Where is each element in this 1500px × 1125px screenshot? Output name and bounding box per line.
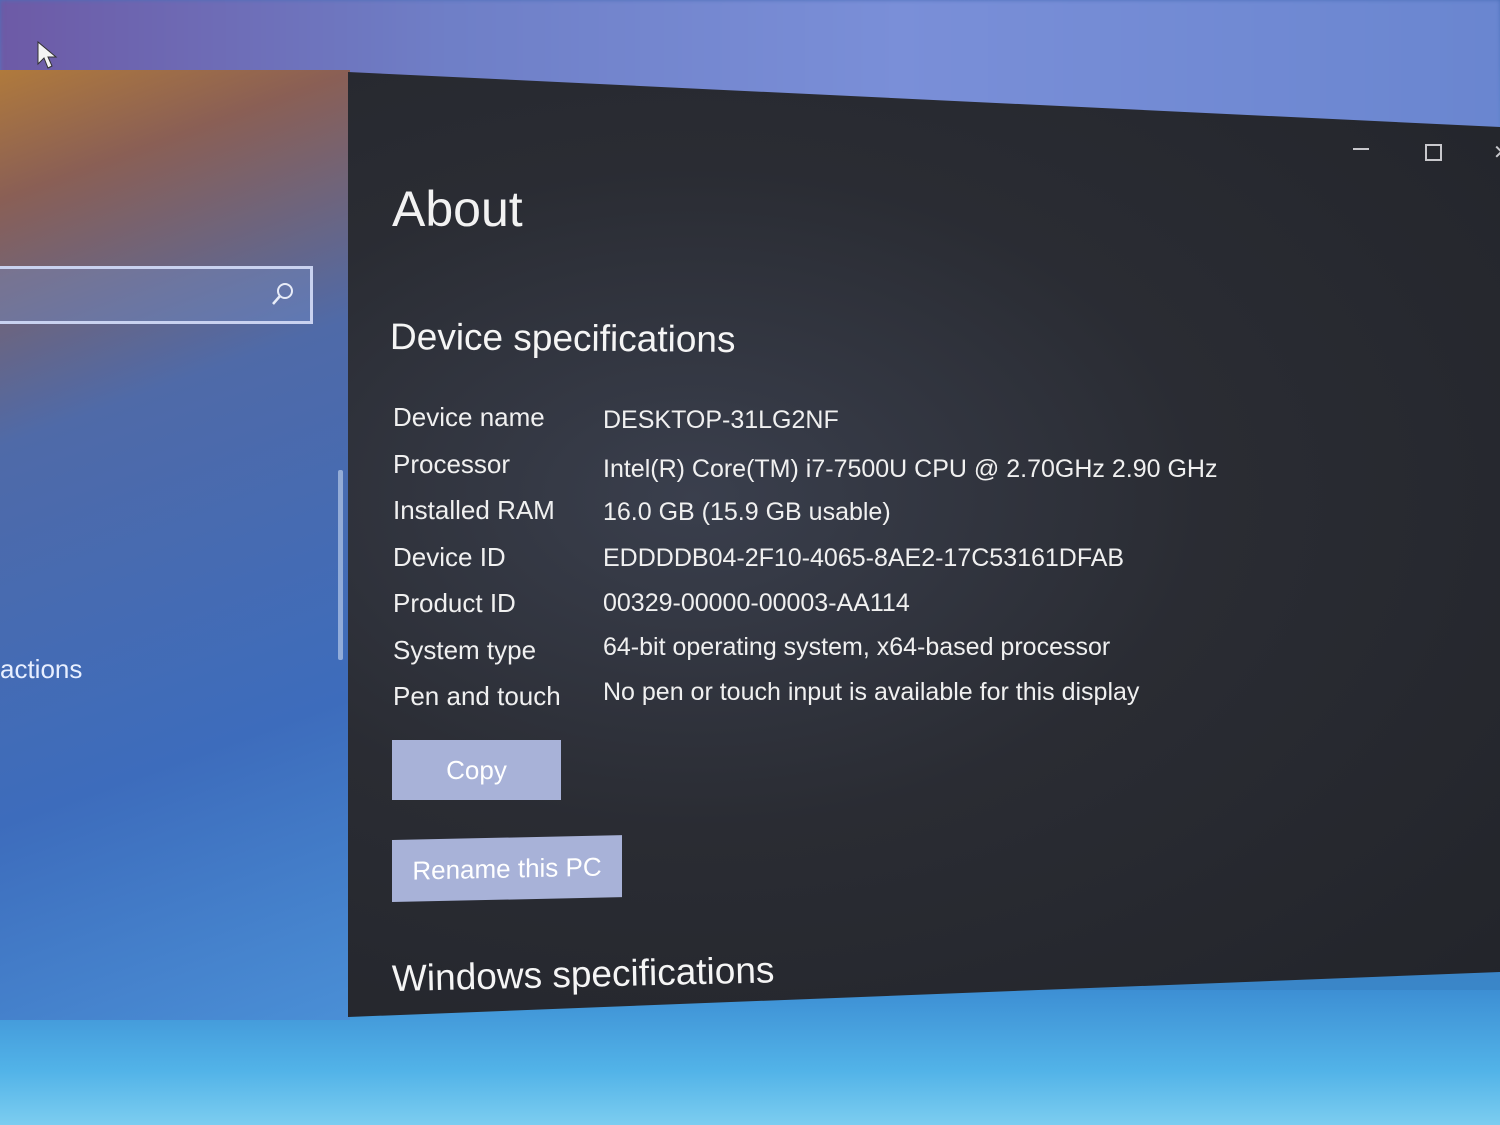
spec-label-processor: Processor [393,449,511,479]
window-controls: ✕ [1345,140,1500,170]
spec-label-system-type: System type [393,635,537,665]
spec-value-pen-and-touch: No pen or touch input is available for t… [603,678,1140,706]
spec-label-device-name: Device name [393,402,545,432]
spec-label-installed-ram: Installed RAM [393,495,555,525]
minimize-icon[interactable] [1353,148,1369,150]
search-icon[interactable] [270,281,296,307]
spec-label-pen-and-touch: Pen and touch [393,681,561,711]
spec-value-product-id: 00329-00000-00003-AA114 [603,589,910,617]
close-icon[interactable]: ✕ [1493,140,1500,165]
copy-button[interactable]: Copy [392,740,561,800]
settings-sidebar: actions [0,70,350,1020]
rename-pc-button[interactable]: Rename this PC [392,835,622,902]
device-specifications-heading: Device specifications [389,316,736,361]
spec-value-installed-ram: 16.0 GB (15.9 GB usable) [603,498,891,526]
search-input[interactable] [0,266,313,324]
page-title: About [392,181,523,237]
maximize-icon[interactable] [1425,144,1442,161]
spec-value-device-name: DESKTOP-31LG2NF [603,406,839,434]
sidebar-scrollbar[interactable] [338,470,343,660]
mouse-cursor-icon [37,40,58,69]
screen: actions ✕ About Device specifications De… [0,0,1500,1125]
windows-specifications-heading: Windows specifications [391,949,775,999]
spec-label-device-id: Device ID [393,542,506,572]
spec-value-processor: Intel(R) Core(TM) i7-7500U CPU @ 2.70GHz… [603,455,1218,483]
spec-value-system-type: 64-bit operating system, x64-based proce… [603,633,1111,661]
sidebar-item-actions[interactable]: actions [0,654,82,685]
spec-label-product-id: Product ID [393,588,516,618]
spec-value-device-id: EDDDDB04-2F10-4065-8AE2-17C53161DFAB [603,544,1125,572]
